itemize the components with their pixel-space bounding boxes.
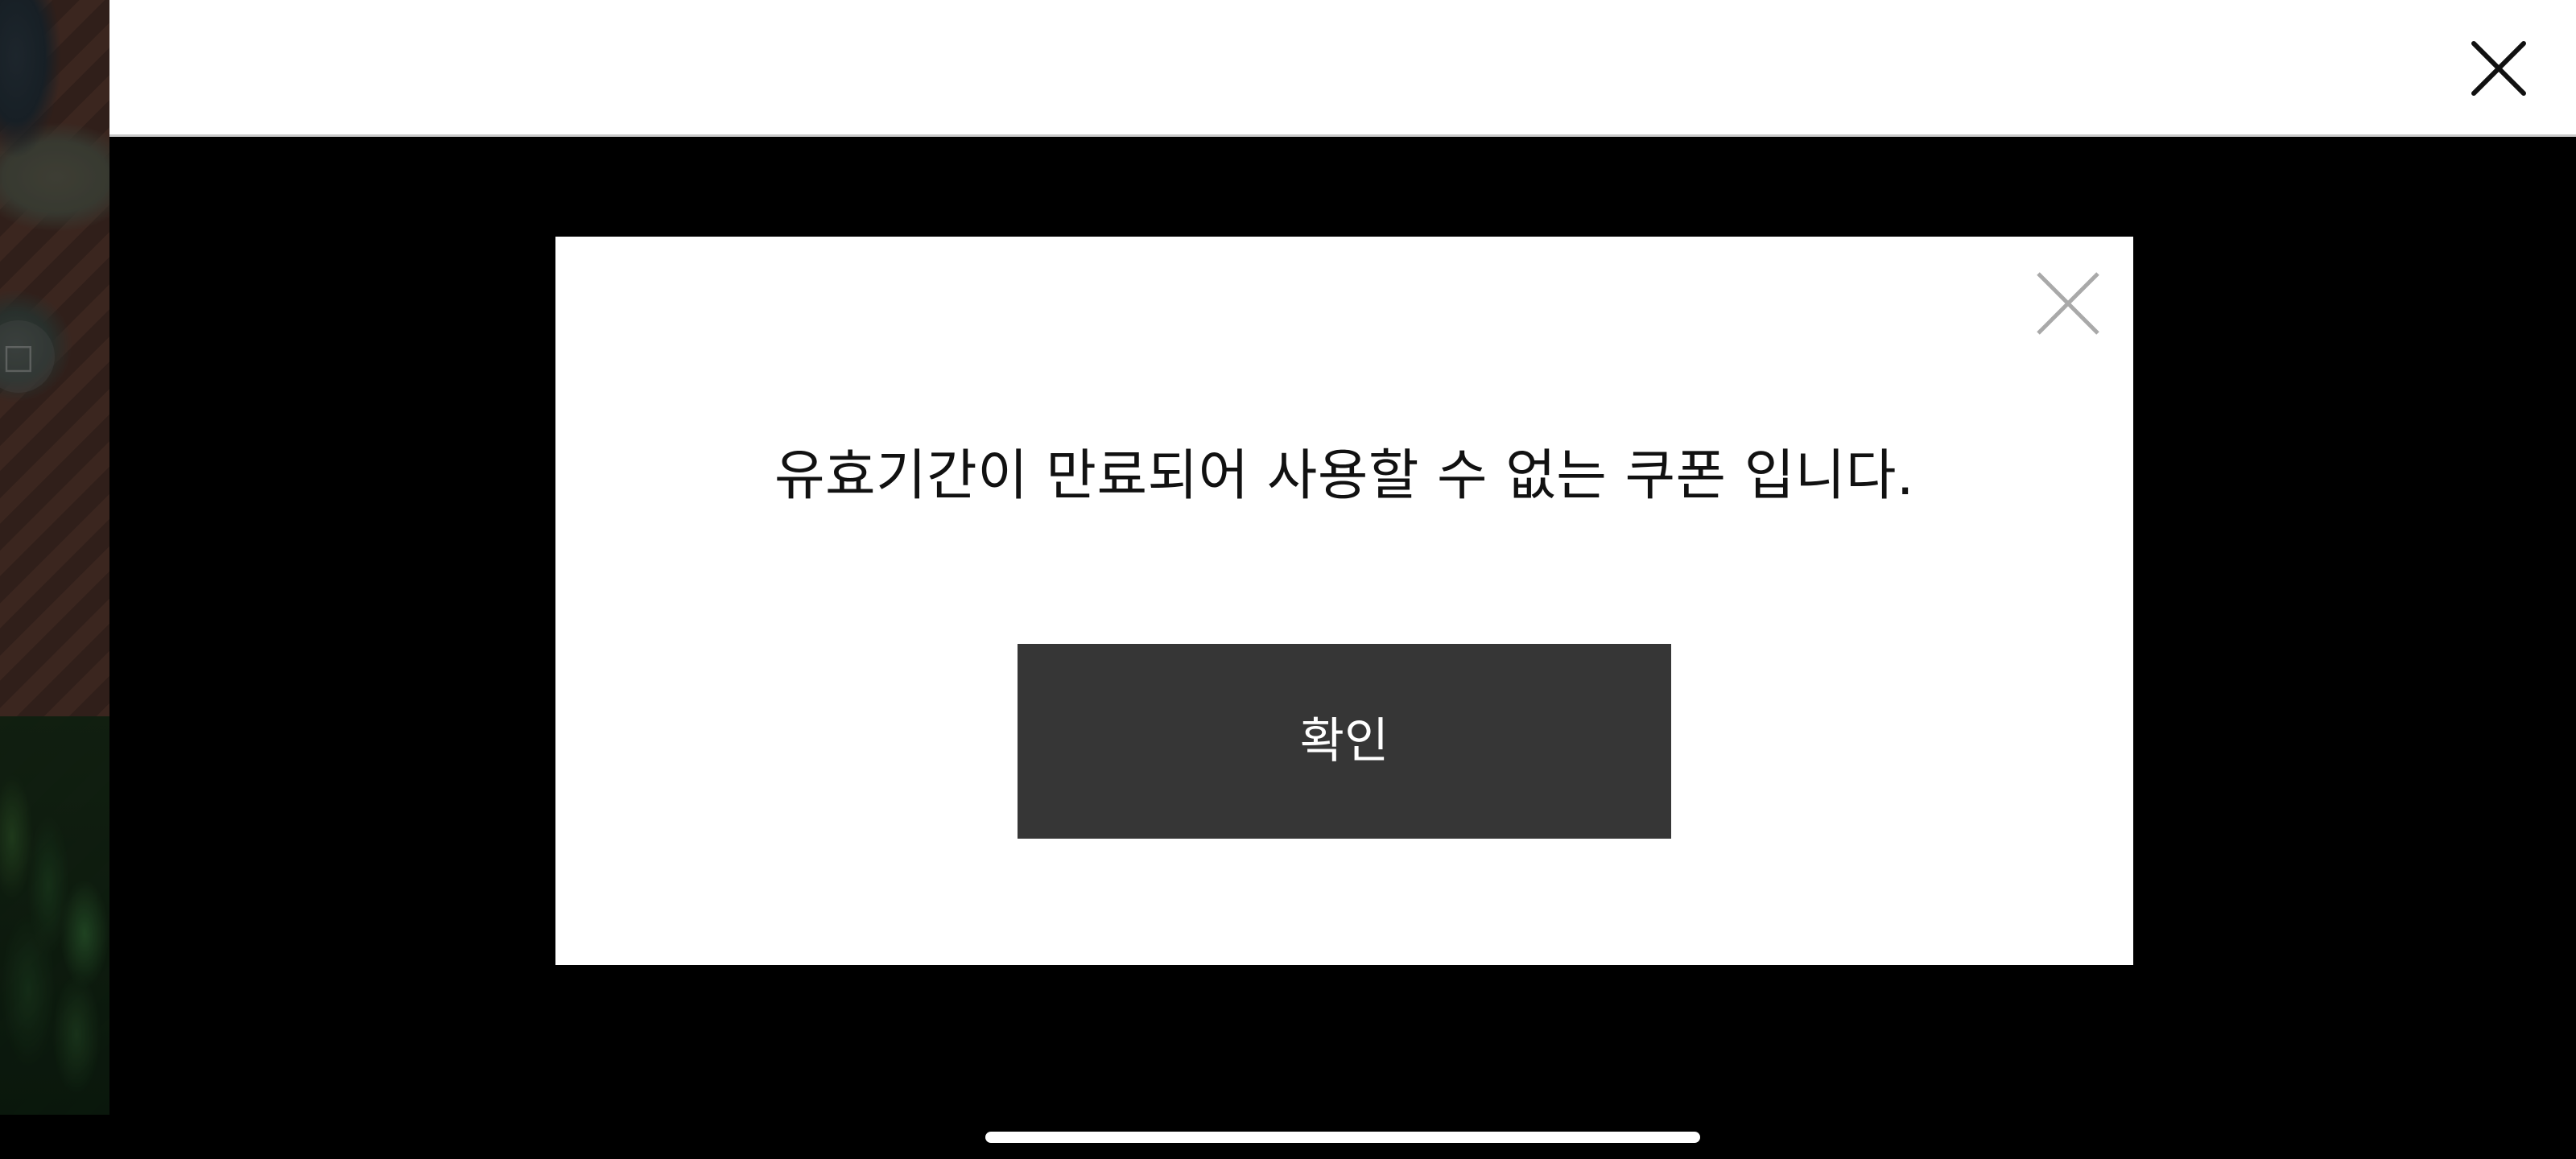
coupon-expired-dialog: 유효기간이 만료되어 사용할 수 없는 쿠폰 입니다. 확인	[555, 237, 2133, 965]
close-icon	[2037, 272, 2099, 335]
dialog-message: 유효기간이 만료되어 사용할 수 없는 쿠폰 입니다.	[774, 444, 1914, 508]
dialog-close-button[interactable]	[2035, 270, 2101, 336]
top-header	[109, 0, 2576, 137]
home-indicator[interactable]	[985, 1132, 1700, 1143]
screen: □ 유효기간이 만료되어 사용할 수 없는 쿠폰 입니다. 확인	[0, 0, 2576, 1159]
background-dim-overlay	[0, 0, 109, 1115]
background-game-strip: □	[0, 0, 109, 1115]
top-close-button[interactable]	[2469, 39, 2529, 98]
confirm-button[interactable]: 확인	[1018, 644, 1671, 839]
close-icon	[2471, 41, 2526, 96]
